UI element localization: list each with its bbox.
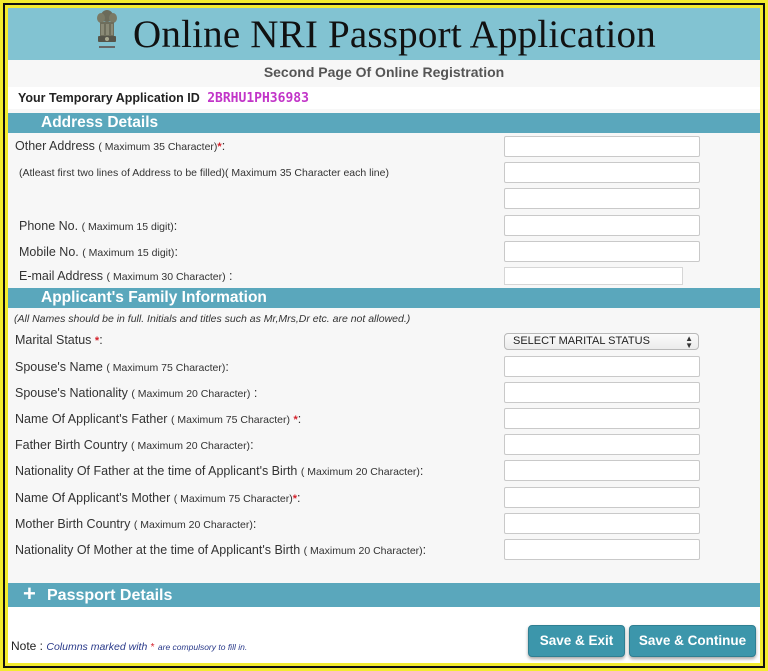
email-input[interactable]: [504, 267, 683, 285]
father-birth-country-label: Father Birth Country ( Maximum 20 Charac…: [15, 438, 254, 452]
mother-nationality-label: Nationality Of Mother at the time of App…: [15, 543, 427, 557]
mobile-input[interactable]: [504, 241, 700, 262]
phone-input[interactable]: [504, 215, 700, 236]
form-footer: Note : Columns marked with * are compuls…: [8, 607, 760, 663]
other-address-label: Other Address ( Maximum 35 Character)*:: [15, 139, 226, 153]
father-nationality-label: Nationality Of Father at the time of App…: [15, 464, 424, 478]
plus-icon[interactable]: +: [23, 583, 36, 605]
father-nationality-input[interactable]: [504, 460, 700, 481]
father-birth-country-input[interactable]: [504, 434, 700, 455]
save-exit-button[interactable]: Save & Exit: [528, 625, 625, 657]
national-emblem-icon: [97, 10, 117, 48]
compulsory-note: Note : Columns marked with * are compuls…: [11, 639, 248, 653]
save-continue-button[interactable]: Save & Continue: [629, 625, 756, 657]
mother-birth-country-input[interactable]: [504, 513, 700, 534]
marital-status-label: Marital Status *:: [15, 333, 103, 347]
other-address-line1-input[interactable]: [504, 136, 700, 157]
family-names-note: (All Names should be in full. Initials a…: [14, 313, 411, 325]
address-details-header: Address Details: [8, 113, 760, 133]
mother-name-label: Name Of Applicant's Mother ( Maximum 75 …: [15, 491, 301, 505]
email-label: E-mail Address ( Maximum 30 Character) :: [19, 269, 233, 283]
passport-details-header[interactable]: + Passport Details: [8, 583, 760, 607]
spouse-name-input[interactable]: [504, 356, 700, 377]
application-page: Online NRI Passport Application Second P…: [8, 8, 760, 663]
header-banner: Online NRI Passport Application: [8, 8, 760, 60]
address-details-title: Address Details: [41, 114, 159, 131]
application-id-label: Your Temporary Application ID: [18, 91, 200, 105]
passport-details-title[interactable]: Passport Details: [47, 583, 172, 609]
mother-nationality-input[interactable]: [504, 539, 700, 560]
address-instructions-label: (Atleast first two lines of Address to b…: [19, 167, 389, 179]
other-address-line2-input[interactable]: [504, 162, 700, 183]
marital-status-select[interactable]: SELECT MARITAL STATUS ▲ ▼: [504, 333, 699, 350]
family-info-title: Applicant's Family Information: [41, 289, 267, 306]
marital-status-selected: SELECT MARITAL STATUS: [513, 335, 650, 347]
father-name-label: Name Of Applicant's Father ( Maximum 75 …: [15, 412, 302, 426]
select-arrows-icon: ▲ ▼: [685, 334, 693, 350]
page-title: Online NRI Passport Application: [133, 13, 656, 56]
other-address-line3-input[interactable]: [504, 188, 700, 209]
mobile-label: Mobile No. ( Maximum 15 digit):: [19, 245, 178, 259]
application-id-row: Your Temporary Application ID 2BRHU1PH36…: [8, 87, 760, 109]
father-name-input[interactable]: [504, 408, 700, 429]
phone-label: Phone No. ( Maximum 15 digit):: [19, 219, 178, 233]
family-info-header: Applicant's Family Information: [8, 288, 760, 308]
required-star: *: [150, 642, 155, 653]
spouse-nationality-label: Spouse's Nationality ( Maximum 20 Charac…: [15, 386, 258, 400]
mother-name-input[interactable]: [504, 487, 700, 508]
mother-birth-country-label: Mother Birth Country ( Maximum 20 Charac…: [15, 517, 257, 531]
application-id-value: 2BRHU1PH36983: [207, 91, 309, 106]
form-content: Second Page Of Online Registration Your …: [8, 60, 760, 663]
spouse-nationality-input[interactable]: [504, 382, 700, 403]
page-subtitle: Second Page Of Online Registration: [263, 64, 505, 80]
spouse-name-label: Spouse's Name ( Maximum 75 Character):: [15, 360, 229, 374]
subtitle-row: Second Page Of Online Registration: [8, 60, 760, 87]
